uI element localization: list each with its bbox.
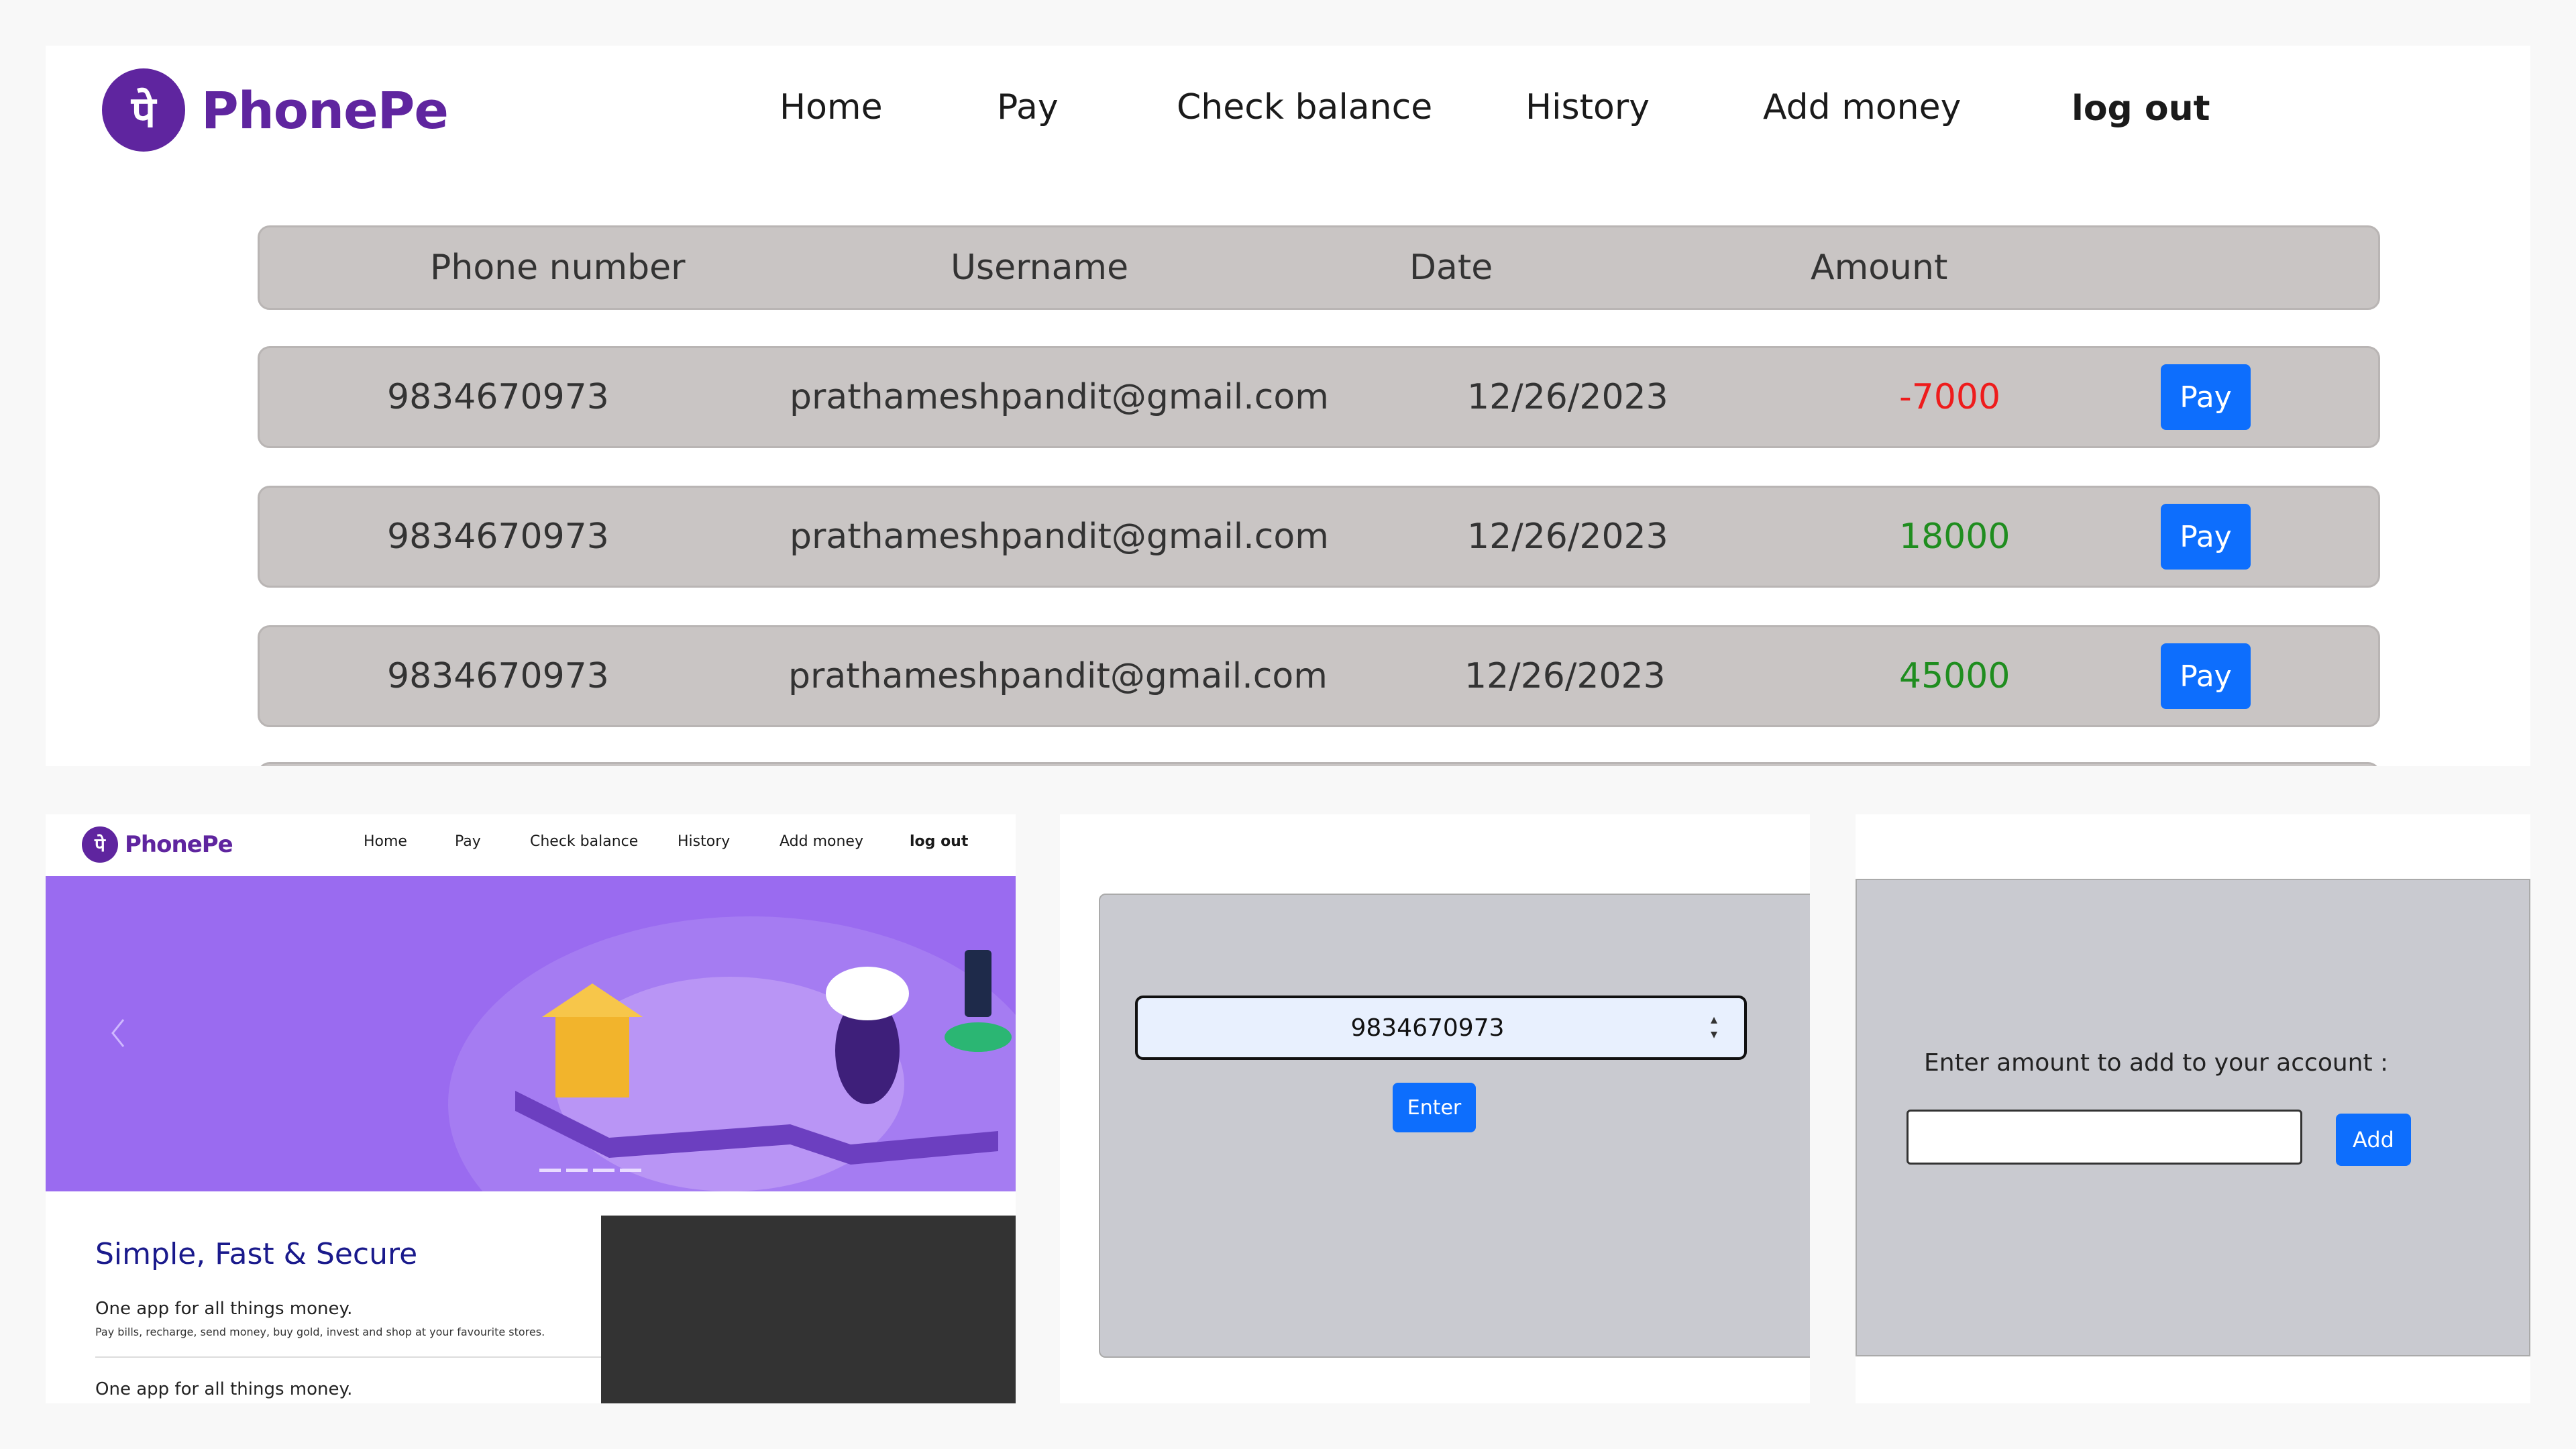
check-balance-page: ▴▾ Enter xyxy=(1060,814,1810,1403)
nav-pay[interactable]: Pay xyxy=(997,87,1059,127)
nav-pay[interactable]: Pay xyxy=(455,833,481,850)
add-button[interactable]: Add xyxy=(2336,1114,2411,1166)
table-row: 9834670973 prathameshpandit@gmail.com 12… xyxy=(258,346,2380,448)
header-username: Username xyxy=(951,248,1129,288)
nav-home[interactable]: Home xyxy=(780,87,883,127)
home-tagline: One app for all things money. xyxy=(95,1299,353,1319)
nav-check-balance[interactable]: Check balance xyxy=(1177,87,1432,127)
row-amount: 45000 xyxy=(1899,656,2010,696)
carousel-indicators[interactable] xyxy=(539,1169,641,1172)
add-amount-label: Enter amount to add to your account : xyxy=(1924,1049,2389,1077)
row-date: 12/26/2023 xyxy=(1467,377,1668,417)
nav-check-balance[interactable]: Check balance xyxy=(530,833,638,850)
phone-number-input[interactable] xyxy=(1135,996,1747,1060)
brand-name: PhonePe xyxy=(125,831,233,858)
table-header: Phone number Username Date Amount xyxy=(258,225,2380,310)
row-amount: -7000 xyxy=(1899,377,2001,417)
number-spinner-icon[interactable]: ▴ ▾ xyxy=(1711,1012,1717,1041)
row-phone: 9834670973 xyxy=(387,517,609,557)
row-date: 12/26/2023 xyxy=(1467,517,1668,557)
add-money-page: Enter amount to add to your account : Ad… xyxy=(1856,814,2530,1403)
divider xyxy=(95,1356,629,1358)
nav-logout[interactable]: log out xyxy=(910,833,968,850)
brand-name: PhonePe xyxy=(201,80,449,140)
row-username: prathameshpandit@gmail.com xyxy=(790,517,1329,557)
chevron-left-icon[interactable] xyxy=(110,1017,126,1049)
pay-button[interactable]: Pay xyxy=(2161,643,2251,709)
phonepe-logo-icon: पे xyxy=(82,826,118,863)
enter-button[interactable]: Enter xyxy=(1393,1083,1476,1132)
brand-logo[interactable]: पे PhonePe xyxy=(102,68,449,152)
nav-history[interactable]: History xyxy=(1525,87,1650,127)
row-username: prathameshpandit@gmail.com xyxy=(790,377,1329,417)
nav-history[interactable]: History xyxy=(678,833,730,850)
nav-logout[interactable]: log out xyxy=(2072,89,2210,129)
row-phone: 9834670973 xyxy=(387,656,609,696)
pay-button[interactable]: Pay xyxy=(2161,364,2251,430)
nav-add-money[interactable]: Add money xyxy=(780,833,863,850)
media-placeholder xyxy=(601,1216,1016,1403)
table-row: 9834670973 prathameshpandit@gmail.com 12… xyxy=(258,486,2380,588)
row-phone: 9834670973 xyxy=(387,377,609,417)
hero-artwork xyxy=(515,950,1012,1165)
nav-home[interactable]: Home xyxy=(364,833,407,850)
home-page: पे PhonePe Home Pay Check balance Histor… xyxy=(46,814,1016,1403)
amount-input[interactable] xyxy=(1907,1110,2302,1165)
row-date: 12/26/2023 xyxy=(1464,656,1666,696)
hero-carousel xyxy=(46,876,1016,1191)
header-amount: Amount xyxy=(1811,248,1948,288)
row-amount: 18000 xyxy=(1899,517,2010,557)
header-phone: Phone number xyxy=(430,248,686,288)
nav-add-money[interactable]: Add money xyxy=(1763,87,1961,127)
history-page: पे PhonePe Home Pay Check balance Histor… xyxy=(46,46,2530,766)
brand-logo[interactable]: पे PhonePe xyxy=(82,826,233,863)
table-row: 9834670973 prathameshpandit@gmail.com 12… xyxy=(258,625,2380,727)
home-tagline-repeat: One app for all things money. xyxy=(95,1379,353,1399)
pay-button[interactable]: Pay xyxy=(2161,504,2251,570)
home-title: Simple, Fast & Secure xyxy=(95,1237,418,1271)
table-row-partial xyxy=(258,762,2380,766)
row-username: prathameshpandit@gmail.com xyxy=(788,656,1328,696)
phonepe-logo-icon: पे xyxy=(102,68,185,152)
header-date: Date xyxy=(1409,248,1493,288)
home-description: Pay bills, recharge, send money, buy gol… xyxy=(95,1326,545,1338)
